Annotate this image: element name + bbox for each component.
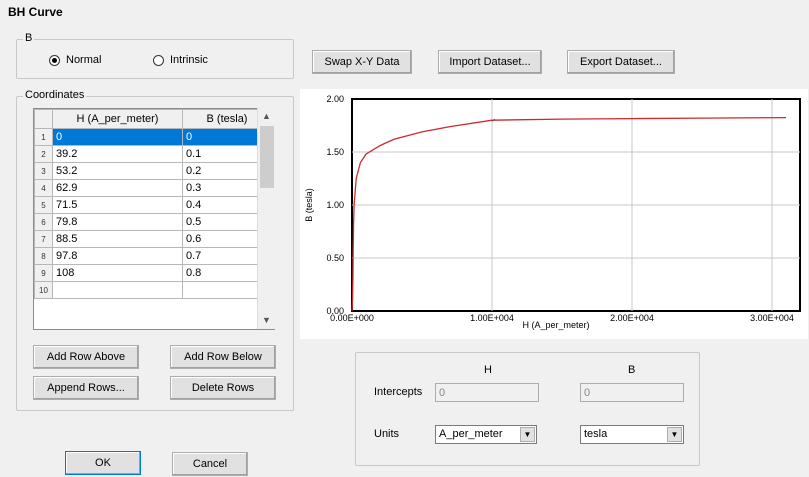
export-dataset-button[interactable]: Export Dataset... xyxy=(567,50,675,74)
table-row[interactable]: 6 79.8 0.5 xyxy=(34,213,272,231)
y-tick-label: 1.50 xyxy=(326,147,344,157)
y-tick-label: 2.00 xyxy=(326,94,344,104)
b-group-legend: B xyxy=(23,32,35,44)
scrollbar-thumb[interactable] xyxy=(260,126,274,188)
ok-button[interactable]: OK xyxy=(65,451,141,475)
h-cell[interactable]: 0 xyxy=(52,128,183,146)
delete-rows-button[interactable]: Delete Rows xyxy=(170,376,276,400)
intrinsic-radio-label: Intrinsic xyxy=(170,54,208,66)
x-axis-label: H (A_per_meter) xyxy=(522,320,589,330)
table-row[interactable]: 9 108 0.8 xyxy=(34,264,272,282)
bh-curve-plot: 0.00E+000 1.00E+004 2.00E+004 3.00E+0040.00… xyxy=(304,94,801,330)
table-row[interactable]: 4 62.9 0.3 xyxy=(34,179,272,197)
h-cell[interactable]: 71.5 xyxy=(52,196,183,214)
row-number[interactable]: 5 xyxy=(34,196,53,214)
x-tick-label: 3.00E+004 xyxy=(750,313,794,323)
add-row-above-button[interactable]: Add Row Above xyxy=(33,345,139,369)
row-number[interactable]: 1 xyxy=(34,128,53,146)
coordinates-table[interactable]: H (A_per_meter) B (tesla) 1 0 0 2 39.2 0.1 3 53… xyxy=(33,108,275,330)
normal-radio-dot[interactable] xyxy=(49,54,60,66)
h-unit-select[interactable]: A_per_meter ▼ xyxy=(435,425,537,444)
row-number[interactable]: 6 xyxy=(34,213,53,231)
window-title: BH Curve xyxy=(8,5,63,19)
y-tick-label: 1.00 xyxy=(326,200,344,210)
h-cell[interactable]: 39.2 xyxy=(52,145,183,163)
row-number[interactable]: 3 xyxy=(34,162,53,180)
h-unit-value: A_per_meter xyxy=(439,428,503,440)
table-row[interactable]: 3 53.2 0.2 xyxy=(34,162,272,180)
b-group: B Normal Intrinsic xyxy=(16,32,294,79)
y-tick-label: 0.00 xyxy=(326,306,344,316)
h-cell[interactable]: 53.2 xyxy=(52,162,183,180)
row-number[interactable]: 8 xyxy=(34,247,53,265)
row-number-header xyxy=(34,109,53,129)
y-axis-label: B (tesla) xyxy=(304,188,314,222)
intrinsic-radio[interactable]: Intrinsic xyxy=(153,54,208,66)
table-row[interactable]: 5 71.5 0.4 xyxy=(34,196,272,214)
row-number[interactable]: 2 xyxy=(34,145,53,163)
h-cell[interactable]: 88.5 xyxy=(52,230,183,248)
chevron-down-icon[interactable]: ▼ xyxy=(667,427,682,442)
scroll-down-icon[interactable]: ▼ xyxy=(258,312,275,328)
intrinsic-radio-dot[interactable] xyxy=(153,54,164,66)
table-row[interactable]: 8 97.8 0.7 xyxy=(34,247,272,265)
table-row[interactable]: 7 88.5 0.6 xyxy=(34,230,272,248)
table-row[interactable]: 100 xyxy=(34,128,272,146)
units-label: Units xyxy=(374,428,400,440)
intercepts-label: Intercepts xyxy=(374,386,423,398)
b-unit-select[interactable]: tesla ▼ xyxy=(580,425,684,444)
table-row[interactable]: 2 39.2 0.1 xyxy=(34,145,272,163)
x-tick-label: 2.00E+004 xyxy=(610,313,654,323)
b-column-label: B xyxy=(628,364,636,376)
table-scrollbar[interactable]: ▲ ▼ xyxy=(257,108,275,329)
bh-curve-chart: 0.00E+000 1.00E+004 2.00E+004 3.00E+004 0.00… xyxy=(300,89,808,339)
scroll-up-icon[interactable]: ▲ xyxy=(258,108,275,124)
b-intercept-field[interactable]: 0 xyxy=(580,383,684,402)
chevron-down-icon[interactable]: ▼ xyxy=(520,427,535,442)
normal-radio-label: Normal xyxy=(66,54,102,66)
x-tick-label: 1.00E+004 xyxy=(470,313,514,323)
h-column-label: H xyxy=(484,364,492,376)
h-cell[interactable]: 97.8 xyxy=(52,247,183,265)
normal-radio[interactable]: Normal xyxy=(49,54,101,66)
cancel-button[interactable]: Cancel xyxy=(172,452,248,476)
coordinates-legend: Coordinates xyxy=(23,89,87,101)
h-cell[interactable]: 62.9 xyxy=(52,179,183,197)
intercepts-units-panel xyxy=(355,352,700,466)
table-row[interactable]: 10 xyxy=(34,281,272,299)
row-number[interactable]: 9 xyxy=(34,264,53,282)
add-row-below-button[interactable]: Add Row Below xyxy=(170,345,276,369)
b-unit-value: tesla xyxy=(584,428,608,440)
row-number[interactable]: 10 xyxy=(34,281,53,299)
row-number[interactable]: 4 xyxy=(34,179,53,197)
h-cell[interactable]: 108 xyxy=(52,264,183,282)
h-column-header[interactable]: H (A_per_meter) xyxy=(52,109,183,129)
row-number[interactable]: 7 xyxy=(34,230,53,248)
h-cell[interactable] xyxy=(52,281,183,299)
swap-xy-button[interactable]: Swap X-Y Data xyxy=(312,50,412,74)
import-dataset-button[interactable]: Import Dataset... xyxy=(438,50,542,74)
h-cell[interactable]: 79.8 xyxy=(52,213,183,231)
append-rows-button[interactable]: Append Rows... xyxy=(33,376,139,400)
h-intercept-field[interactable]: 0 xyxy=(435,383,539,402)
y-tick-label: 0.50 xyxy=(326,253,344,263)
